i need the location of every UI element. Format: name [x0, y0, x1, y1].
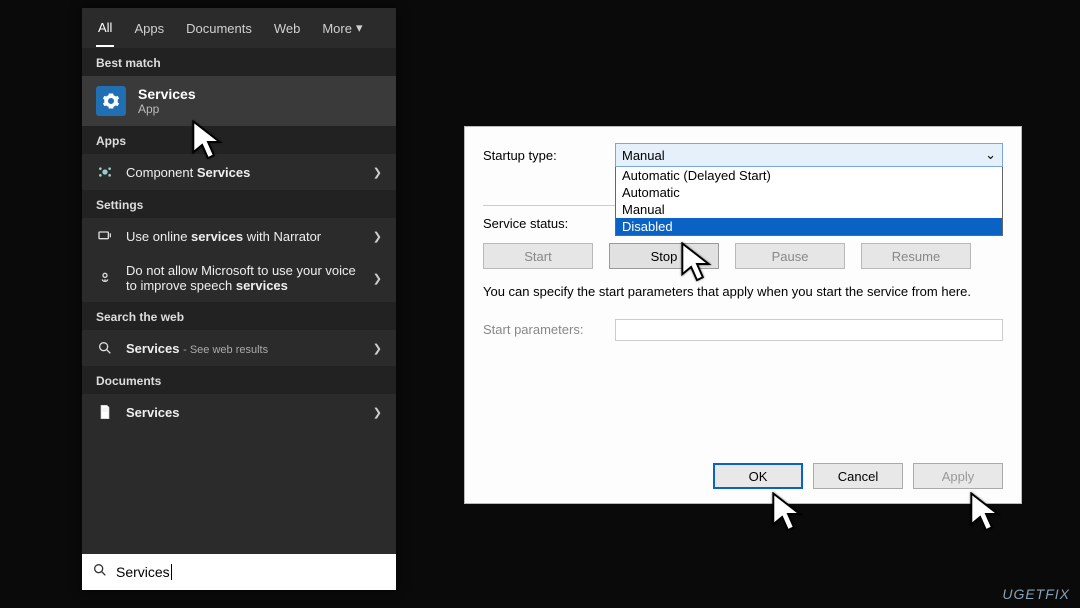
cancel-button[interactable]: Cancel — [813, 463, 903, 489]
mic-off-icon — [96, 269, 114, 287]
tab-web[interactable]: Web — [272, 11, 303, 46]
chevron-right-icon: ❯ — [373, 406, 382, 419]
doc-item-services[interactable]: Services ❯ — [82, 394, 396, 430]
service-control-buttons: Start Stop Pause Resume — [483, 243, 1003, 269]
startup-type-label: Startup type: — [483, 148, 615, 163]
start-parameters-row: Start parameters: — [483, 319, 1003, 341]
stop-button[interactable]: Stop — [609, 243, 719, 269]
tab-apps[interactable]: Apps — [132, 11, 166, 46]
best-match-title: Services — [138, 86, 196, 102]
startup-type-value: Manual — [622, 148, 665, 163]
search-bar[interactable]: Services — [82, 554, 396, 590]
start-parameters-label: Start parameters: — [483, 322, 615, 337]
startup-type-combo[interactable]: Manual ⌄ — [615, 143, 1003, 167]
section-apps: Apps — [82, 126, 396, 154]
pause-button[interactable]: Pause — [735, 243, 845, 269]
chevron-right-icon: ❯ — [373, 342, 382, 355]
component-icon — [96, 163, 114, 181]
settings-item-label: Use online services with Narrator — [126, 229, 321, 244]
apply-button[interactable]: Apply — [913, 463, 1003, 489]
dropdown-option[interactable]: Automatic (Delayed Start) — [616, 167, 1002, 184]
doc-item-label: Services — [126, 405, 180, 420]
search-query-text: Services — [116, 564, 170, 580]
tab-more-label: More — [322, 21, 352, 36]
service-status-label: Service status: — [483, 216, 615, 231]
start-button[interactable]: Start — [483, 243, 593, 269]
search-icon — [96, 339, 114, 357]
start-menu: All Apps Documents Web More ▾ Best match… — [82, 8, 396, 590]
chevron-right-icon: ❯ — [373, 166, 382, 179]
resume-button[interactable]: Resume — [861, 243, 971, 269]
web-item-services[interactable]: Services - See web results ❯ — [82, 330, 396, 366]
search-icon — [92, 562, 108, 583]
chevron-down-icon: ⌄ — [985, 147, 996, 163]
apps-item-label: Component Services — [126, 165, 250, 180]
section-documents: Documents — [82, 366, 396, 394]
startup-type-dropdown: Automatic (Delayed Start) Automatic Manu… — [615, 167, 1003, 236]
settings-item-label: Do not allow Microsoft to use your voice… — [126, 263, 361, 293]
watermark: UGETFIX — [1002, 586, 1070, 602]
web-item-label: Services - See web results — [126, 341, 268, 356]
chevron-right-icon: ❯ — [373, 230, 382, 243]
tab-all[interactable]: All — [96, 10, 114, 47]
startup-type-row: Startup type: Manual ⌄ Automatic (Delaye… — [483, 143, 1003, 167]
search-input[interactable]: Services — [116, 564, 172, 580]
section-best-match: Best match — [82, 48, 396, 76]
section-search-web: Search the web — [82, 302, 396, 330]
settings-item-narrator[interactable]: Use online services with Narrator ❯ — [82, 218, 396, 254]
best-match-item[interactable]: Services App — [82, 76, 396, 126]
hint-text: You can specify the start parameters tha… — [483, 283, 1003, 301]
tab-more[interactable]: More ▾ — [320, 10, 364, 46]
dialog-footer: OK Cancel Apply — [713, 463, 1003, 489]
service-properties-dialog: Startup type: Manual ⌄ Automatic (Delaye… — [464, 126, 1022, 504]
settings-item-speech[interactable]: Do not allow Microsoft to use your voice… — [82, 254, 396, 302]
ok-button[interactable]: OK — [713, 463, 803, 489]
section-settings: Settings — [82, 190, 396, 218]
start-parameters-input[interactable] — [615, 319, 1003, 341]
chevron-down-icon: ▾ — [356, 20, 363, 36]
tab-documents[interactable]: Documents — [184, 11, 254, 46]
doc-icon — [96, 403, 114, 421]
dropdown-option[interactable]: Manual — [616, 201, 1002, 218]
best-match-sub: App — [138, 102, 196, 116]
apps-item-component-services[interactable]: Component Services ❯ — [82, 154, 396, 190]
start-menu-tabs: All Apps Documents Web More ▾ — [82, 8, 396, 48]
dropdown-option-disabled[interactable]: Disabled — [616, 218, 1002, 235]
narrator-icon — [96, 227, 114, 245]
chevron-right-icon: ❯ — [373, 272, 382, 285]
dropdown-option[interactable]: Automatic — [616, 184, 1002, 201]
gear-icon — [96, 86, 126, 116]
best-match-text: Services App — [138, 86, 196, 116]
